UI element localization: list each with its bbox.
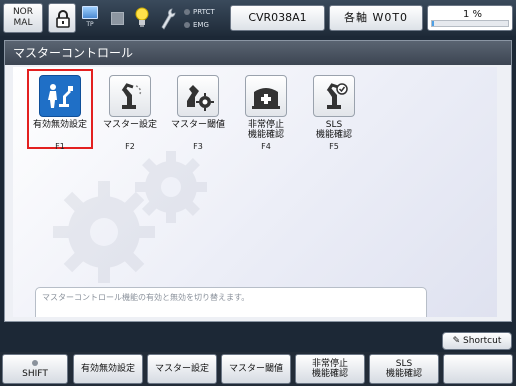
speed-bar <box>431 20 509 27</box>
window-title: マスターコントロール <box>5 41 511 65</box>
status-square-icon <box>111 12 124 25</box>
speed-value: 1 % <box>462 9 482 20</box>
lightbulb-icon <box>135 7 149 27</box>
robot-select-button[interactable]: CVR038A1 <box>230 5 325 31</box>
shortcut-label: Shortcut <box>463 336 502 346</box>
f2-button[interactable]: マスター設定 <box>147 354 217 384</box>
function-key-bar: SHIFT 有効無効設定 マスター設定 マスター閾値 非常停止 機能確認 SLS… <box>0 352 516 386</box>
function-enable-disable[interactable]: 有効無効設定 F1 <box>27 69 93 151</box>
function-key-label: F4 <box>261 142 271 151</box>
shortcut-button[interactable]: ✎ Shortcut <box>442 332 512 350</box>
speed-override[interactable]: 1 % <box>427 5 513 31</box>
description-box: マスターコントロール機能の有効と無効を切り替えます。 <box>35 287 427 317</box>
function-label: 有効無効設定 <box>32 120 87 130</box>
mode-button[interactable]: NOR MAL <box>3 3 43 33</box>
person-robot-icon <box>39 75 81 117</box>
speed-bar-fill <box>432 21 434 26</box>
f6-button[interactable] <box>443 354 513 384</box>
robot-arm-icon <box>109 75 151 117</box>
f1-label: 有効無効設定 <box>80 364 135 374</box>
function-key-label: F2 <box>125 142 135 151</box>
top-status-bar: NOR MAL TP PRTCT EMG CVR038A1 各軸 W0T0 1 … <box>0 0 516 36</box>
shift-indicator-icon <box>32 359 38 366</box>
background-gear-small-icon <box>135 151 207 223</box>
emg-label: EMG <box>193 21 209 29</box>
function-label: SLS 機能確認 <box>315 120 352 140</box>
function-label: マスター閾値 <box>170 120 225 130</box>
master-control-window: マスターコントロール 有効無効設定 F1 マスター設定 F2 マスター閾値 F3… <box>4 40 512 322</box>
function-label: 非常停止 機能確認 <box>247 120 284 140</box>
f2-label: マスター設定 <box>154 364 209 374</box>
prtct-indicator-icon <box>184 9 190 15</box>
function-emergency-stop-check[interactable]: 非常停止 機能確認 F4 <box>233 75 299 151</box>
shift-label: SHIFT <box>22 368 48 379</box>
function-label: マスター設定 <box>102 120 157 130</box>
shift-button[interactable]: SHIFT <box>2 354 68 384</box>
wrench-icon <box>161 8 176 30</box>
axis-mode-button[interactable]: 各軸 W0T0 <box>329 5 423 31</box>
f4-button[interactable]: 非常停止 機能確認 <box>295 354 365 384</box>
tp-indicator: TP <box>82 6 98 34</box>
robot-gear-icon <box>177 75 219 117</box>
shortcut-icon: ✎ <box>452 336 464 346</box>
tp-label: TP <box>86 21 94 28</box>
function-key-label: F3 <box>193 142 203 151</box>
protect-status: PRTCT EMG <box>184 6 215 32</box>
function-master-setting[interactable]: マスター設定 F2 <box>97 75 163 151</box>
f4-label: 非常停止 機能確認 <box>311 359 348 379</box>
f3-button[interactable]: マスター閾値 <box>221 354 291 384</box>
prtct-label: PRTCT <box>193 8 215 16</box>
function-sls-check[interactable]: SLS 機能確認 F5 <box>301 75 367 151</box>
function-key-label: F1 <box>55 142 65 151</box>
lock-button[interactable] <box>48 3 76 33</box>
function-master-threshold[interactable]: マスター閾値 F3 <box>165 75 231 151</box>
f5-label: SLS 機能確認 <box>385 359 422 379</box>
f5-button[interactable]: SLS 機能確認 <box>369 354 439 384</box>
ambulance-icon <box>245 75 287 117</box>
function-key-label: F5 <box>329 142 339 151</box>
emg-indicator-icon <box>184 22 190 28</box>
f3-label: マスター閾値 <box>228 364 283 374</box>
window-body: 有効無効設定 F1 マスター設定 F2 マスター閾値 F3 非常停止 機能確認 … <box>13 67 497 317</box>
robot-check-icon <box>313 75 355 117</box>
f1-button[interactable]: 有効無効設定 <box>73 354 143 384</box>
lock-icon <box>56 10 70 28</box>
tp-screen-icon <box>82 6 98 19</box>
